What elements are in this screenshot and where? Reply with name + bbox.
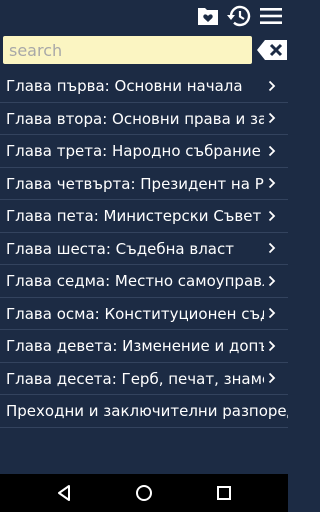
list-item-label: Глава първа: Основни начала [6,77,243,95]
search-bar [0,33,288,67]
list-item[interactable]: Глава седма: Местно самоуправление и мес… [0,265,288,298]
favorites-icon[interactable] [195,3,221,29]
back-icon[interactable] [51,480,77,506]
chevron-right-icon [265,135,279,167]
list-item[interactable]: Глава първа: Основни начала [0,70,288,103]
list-item[interactable]: Глава пета: Министерски Съвет [0,200,288,233]
chevron-right-icon [265,265,279,297]
search-input[interactable] [3,36,252,64]
list-item-label: Глава четвърта: Президент на Републиката [6,174,264,193]
top-toolbar [0,0,288,32]
list-item[interactable]: Глава девета: Изменение и допълнение на … [0,330,288,363]
list-item-label: Глава втора: Основни права и задължения … [6,109,264,128]
chevron-right-icon [265,103,279,135]
list-item-label: Глава седма: Местно самоуправление и мес… [6,272,264,290]
list-item[interactable]: Глава четвърта: Президент на Републиката [0,168,288,200]
chevron-right-icon [265,168,279,200]
home-icon[interactable] [131,480,157,506]
list-item-label: Глава шеста: Съдебна власт [6,239,234,258]
list-item-label: Глава осма: Конституционен съд [6,304,264,323]
list-item-label: Глава пета: Министерски Съвет [6,207,262,225]
list-item-label: Преходни и заключителни разпоредби [6,402,288,420]
chevron-right-icon [265,298,279,330]
list-item-label: Глава десета: Герб, печат, знаме, химн, … [6,369,264,388]
chevron-right-icon [265,330,279,362]
chevron-right-icon [265,70,279,102]
chapter-list: Глава първа: Основни начала Глава втора:… [0,70,288,432]
list-item[interactable]: Глава шеста: Съдебна власт [0,233,288,265]
list-item[interactable]: Глава втора: Основни права и задължения … [0,103,288,135]
recent-apps-icon[interactable] [211,480,237,506]
history-icon[interactable] [226,3,252,29]
system-nav-bar [0,474,288,512]
chevron-right-icon [265,200,279,232]
list-item[interactable]: Глава десета: Герб, печат, знаме, химн, … [0,363,288,395]
clear-search-icon[interactable] [255,37,288,63]
list-item[interactable]: Глава трета: Народно събрание [0,135,288,168]
menu-icon[interactable] [258,3,284,29]
list-item-label: Глава девета: Изменение и допълнение на … [6,337,264,355]
list-item[interactable]: Глава осма: Конституционен съд [0,298,288,330]
chevron-right-icon [265,363,279,395]
chevron-right-icon [265,233,279,265]
list-item-label: Глава трета: Народно събрание [6,142,261,160]
list-item[interactable]: Преходни и заключителни разпоредби [0,395,288,428]
